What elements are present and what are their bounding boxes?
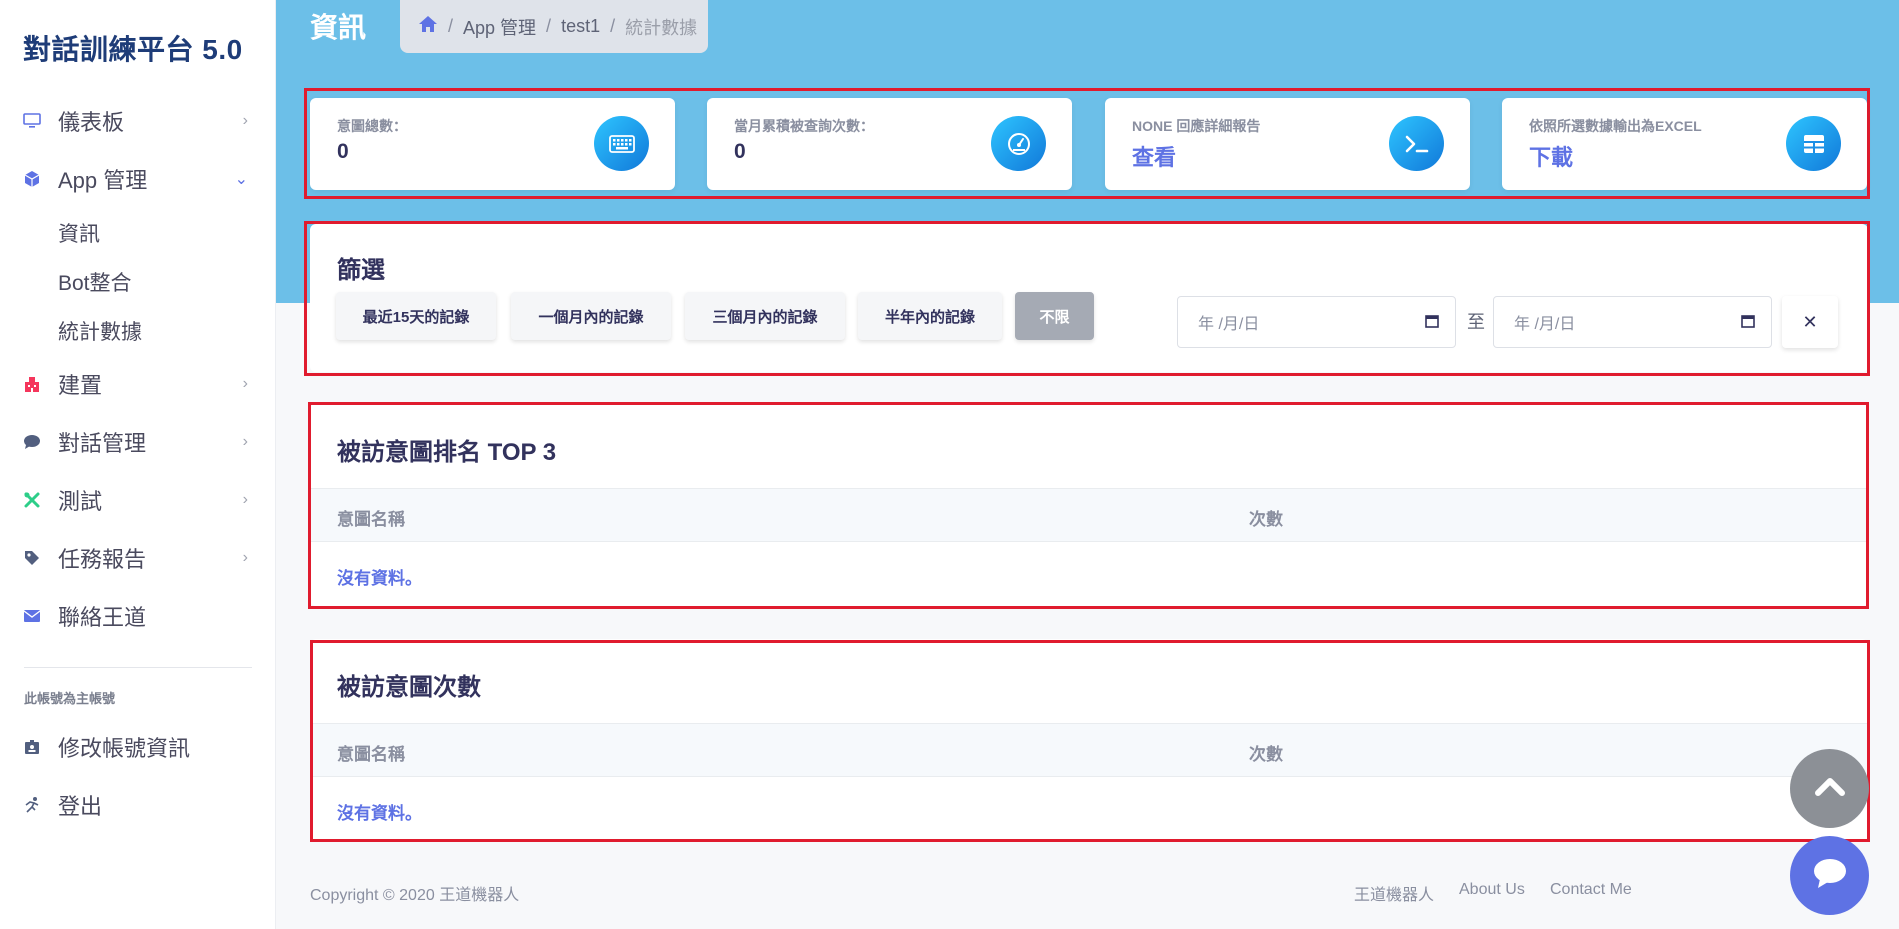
monitor-icon [22,111,42,131]
breadcrumb-app-management[interactable]: App 管理 [463,14,536,40]
building-icon [22,374,42,394]
sidebar-item-label: 儀表板 [58,110,125,135]
sidebar-item-dashboard[interactable]: 儀表板 › [0,92,276,150]
download-link[interactable]: 下載 [1529,140,1573,172]
sidebar-item-label: 建置 [58,373,103,398]
sidebar-item-label: 任務報告 [58,547,147,572]
sidebar-item-logout[interactable]: 登出 [0,776,276,834]
chat-bubble-icon [1812,857,1848,894]
sidebar-item-label: 登出 [58,794,103,819]
grid-icon[interactable] [1786,116,1841,171]
sidebar-item-test[interactable]: 測試 › [0,471,276,529]
terminal-icon[interactable] [1389,116,1444,171]
sidebar-subitem-statistics[interactable]: 統計數據 [0,306,276,355]
stat-card-none-report: NONE 回應詳細報告 查看 [1105,98,1470,190]
chevron-right-icon: › [242,549,248,566]
sidebar: 對話訓練平台 5.0 儀表板 › App 管理 ⌄ 資訊 Bot整合 統計數據 … [0,0,276,929]
footer-link-wangdao[interactable]: 王道機器人 [1354,881,1434,905]
speedometer-icon [991,116,1046,171]
home-icon[interactable] [418,15,438,38]
view-report-link[interactable]: 查看 [1132,140,1176,172]
stat-label: NONE 回應詳細報告 [1132,118,1261,134]
tag-icon [22,548,42,568]
breadcrumb: / App 管理 / test1 / 統計數據 [400,0,708,53]
page-title: 資訊 [310,12,367,43]
stat-card-excel-export: 依照所選數據輸出為EXCEL 下載 [1502,98,1867,190]
sidebar-item-build[interactable]: 建置 › [0,355,276,413]
keyboard-icon [594,116,649,171]
breadcrumb-current: 統計數據 [625,17,698,38]
stat-card-intent-total: 意圖總數： 0 [310,98,675,190]
chevron-up-icon [1814,776,1845,801]
stat-value: 0 [734,140,746,163]
stat-card-monthly-queries: 當月累積被查詢次數： 0 [707,98,1072,190]
breadcrumb-separator: / [546,16,552,36]
stat-label: 當月累積被查詢次數： [734,118,874,134]
chevron-down-icon: ⌄ [234,171,248,188]
chevron-right-icon: › [242,491,248,508]
chevron-right-icon: › [242,112,248,129]
sidebar-item-app-management[interactable]: App 管理 ⌄ [0,150,276,208]
stat-label: 意圖總數： [337,118,407,134]
stat-label: 依照所選數據輸出為EXCEL [1529,118,1702,134]
chat-button[interactable] [1790,836,1869,915]
sidebar-subitem-bot-integration[interactable]: Bot整合 [0,257,276,306]
chat-bubble-icon [22,432,42,452]
stat-value: 0 [337,140,349,163]
footer-link-contact[interactable]: Contact Me [1550,881,1632,899]
highlight-filter [304,221,1870,376]
highlight-counts [310,640,1870,842]
chevron-right-icon: › [242,375,248,392]
sidebar-subitem-info[interactable]: 資訊 [0,208,276,257]
tools-icon [22,490,42,510]
account-heading: 此帳號為主帳號 [24,690,116,706]
chevron-right-icon: › [242,433,248,450]
scroll-to-top-button[interactable] [1790,749,1869,828]
sidebar-item-label: 對話管理 [58,431,147,456]
sidebar-item-task-report[interactable]: 任務報告 › [0,529,276,587]
sidebar-item-label: App 管理 [58,168,148,193]
sidebar-item-label: 聯絡王道 [58,605,147,630]
sidebar-item-label: 測試 [58,489,103,514]
cube-icon [22,169,42,189]
id-card-icon [22,737,42,757]
breadcrumb-separator: / [610,16,616,36]
sidebar-item-label: 修改帳號資訊 [58,736,191,761]
brand-title[interactable]: 對話訓練平台 5.0 [23,28,243,68]
breadcrumb-test1[interactable]: test1 [561,16,600,37]
footer-link-about[interactable]: About Us [1459,881,1525,899]
breadcrumb-separator: / [448,16,454,36]
envelope-icon [22,606,42,626]
sidebar-divider [24,667,252,668]
sidebar-item-dialog-management[interactable]: 對話管理 › [0,413,276,471]
footer-copyright: Copyright © 2020 王道機器人 [310,887,520,904]
highlight-top3 [308,402,1869,609]
sidebar-item-contact[interactable]: 聯絡王道 [0,587,276,645]
sidebar-nav: 儀表板 › App 管理 ⌄ 資訊 Bot整合 統計數據 建置 › 對話管理 › [0,92,276,834]
running-icon [22,795,42,815]
sidebar-item-edit-account[interactable]: 修改帳號資訊 [0,718,276,776]
